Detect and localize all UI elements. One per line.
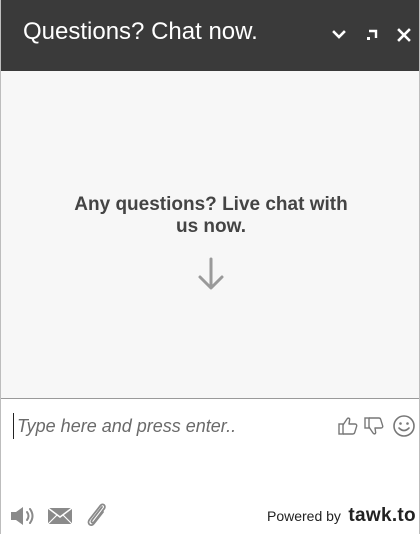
conversation-area: Any questions? Live chat with us now. <box>1 71 419 398</box>
popout-icon <box>367 29 378 40</box>
chat-widget: Questions? Chat now. Any questions? Live… <box>0 0 420 534</box>
chat-title: Questions? Chat now. <box>23 18 258 45</box>
composer-area: Powered by tawk.to <box>1 399 419 534</box>
smiley-icon[interactable] <box>392 414 416 438</box>
arrow-down-icon <box>198 257 224 290</box>
speaker-icon[interactable] <box>9 505 39 527</box>
chevron-down-icon <box>332 30 346 39</box>
powered-by-link[interactable]: Powered by tawk.to <box>267 505 416 527</box>
popout-button[interactable] <box>359 22 385 48</box>
minimize-button[interactable] <box>326 22 352 48</box>
message-input[interactable] <box>13 413 317 439</box>
envelope-icon[interactable] <box>47 507 73 525</box>
thumbs-up-icon[interactable] <box>337 415 359 437</box>
powered-by-label: Powered by <box>267 508 341 524</box>
empty-state-prompt: Any questions? Live chat with us now. <box>74 194 348 237</box>
close-button[interactable] <box>391 22 417 48</box>
thumbs-down-icon[interactable] <box>363 415 385 437</box>
close-icon <box>397 28 411 42</box>
brand-name: tawk.to <box>348 505 416 526</box>
chat-header: Questions? Chat now. <box>1 0 419 71</box>
paperclip-icon[interactable] <box>83 501 109 529</box>
